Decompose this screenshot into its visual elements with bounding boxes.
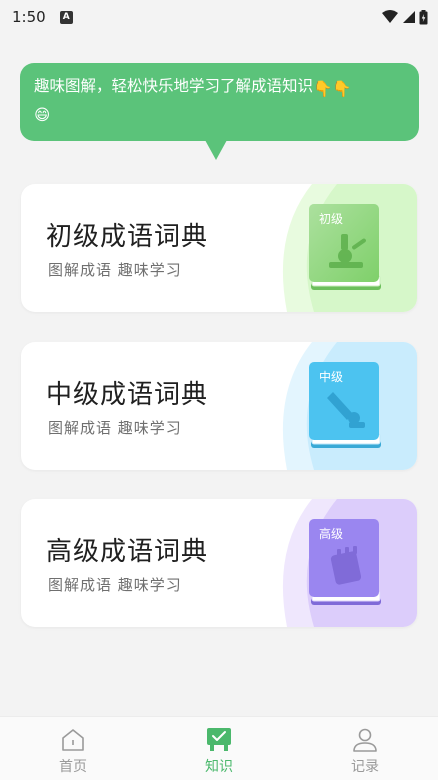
battery-icon [419,9,428,24]
card-intermediate-dictionary[interactable]: 中级成语词典 图解成语 趣味学习 中级 [21,342,417,470]
card-title: 初级成语词典 [46,222,209,252]
notification-icon: A [59,10,73,24]
knowledge-icon [207,728,231,751]
point-down-emoji: 👇 [313,80,333,98]
status-left: 1:50 A [12,8,73,26]
bubble-text: 趣味图解，轻松快乐地学习了解成语知识 [34,77,314,95]
user-icon [353,728,377,752]
advanced-book-icon: 高级 [309,519,381,605]
wifi-icon [382,10,398,23]
beginner-book-icon: 初级 [309,204,381,290]
bubble-tail [205,140,227,160]
book-label: 高级 [319,526,343,541]
intro-bubble: 趣味图解，轻松快乐地学习了解成语知识👇👇 😄 [20,63,419,141]
status-time: 1:50 [12,8,46,26]
status-bar: 1:50 A [0,0,438,34]
nav-label: 知识 [205,759,233,775]
card-subtitle: 图解成语 趣味学习 [48,261,182,279]
card-advanced-dictionary[interactable]: 高级成语词典 图解成语 趣味学习 高级 [21,499,417,627]
signal-icon [403,11,415,23]
intermediate-book-icon: 中级 [309,362,381,448]
home-icon [62,729,84,751]
nav-home[interactable]: 首页 [23,717,123,780]
nav-label: 记录 [351,759,379,775]
card-title: 中级成语词典 [46,380,209,410]
book-label: 中级 [319,369,343,384]
point-down-emoji: 👇 [332,80,352,98]
card-subtitle: 图解成语 趣味学习 [48,576,182,594]
smile-emoji: 😄 [34,106,51,124]
nav-records[interactable]: 记录 [315,717,415,780]
bottom-nav: 首页 知识 记录 [0,716,438,780]
nav-label: 首页 [59,759,87,775]
card-beginner-dictionary[interactable]: 初级成语词典 图解成语 趣味学习 初级 [21,184,417,312]
card-title: 高级成语词典 [46,537,209,567]
nav-knowledge[interactable]: 知识 [169,717,269,780]
card-subtitle: 图解成语 趣味学习 [48,419,182,437]
status-right [381,9,428,25]
book-label: 初级 [319,212,343,226]
